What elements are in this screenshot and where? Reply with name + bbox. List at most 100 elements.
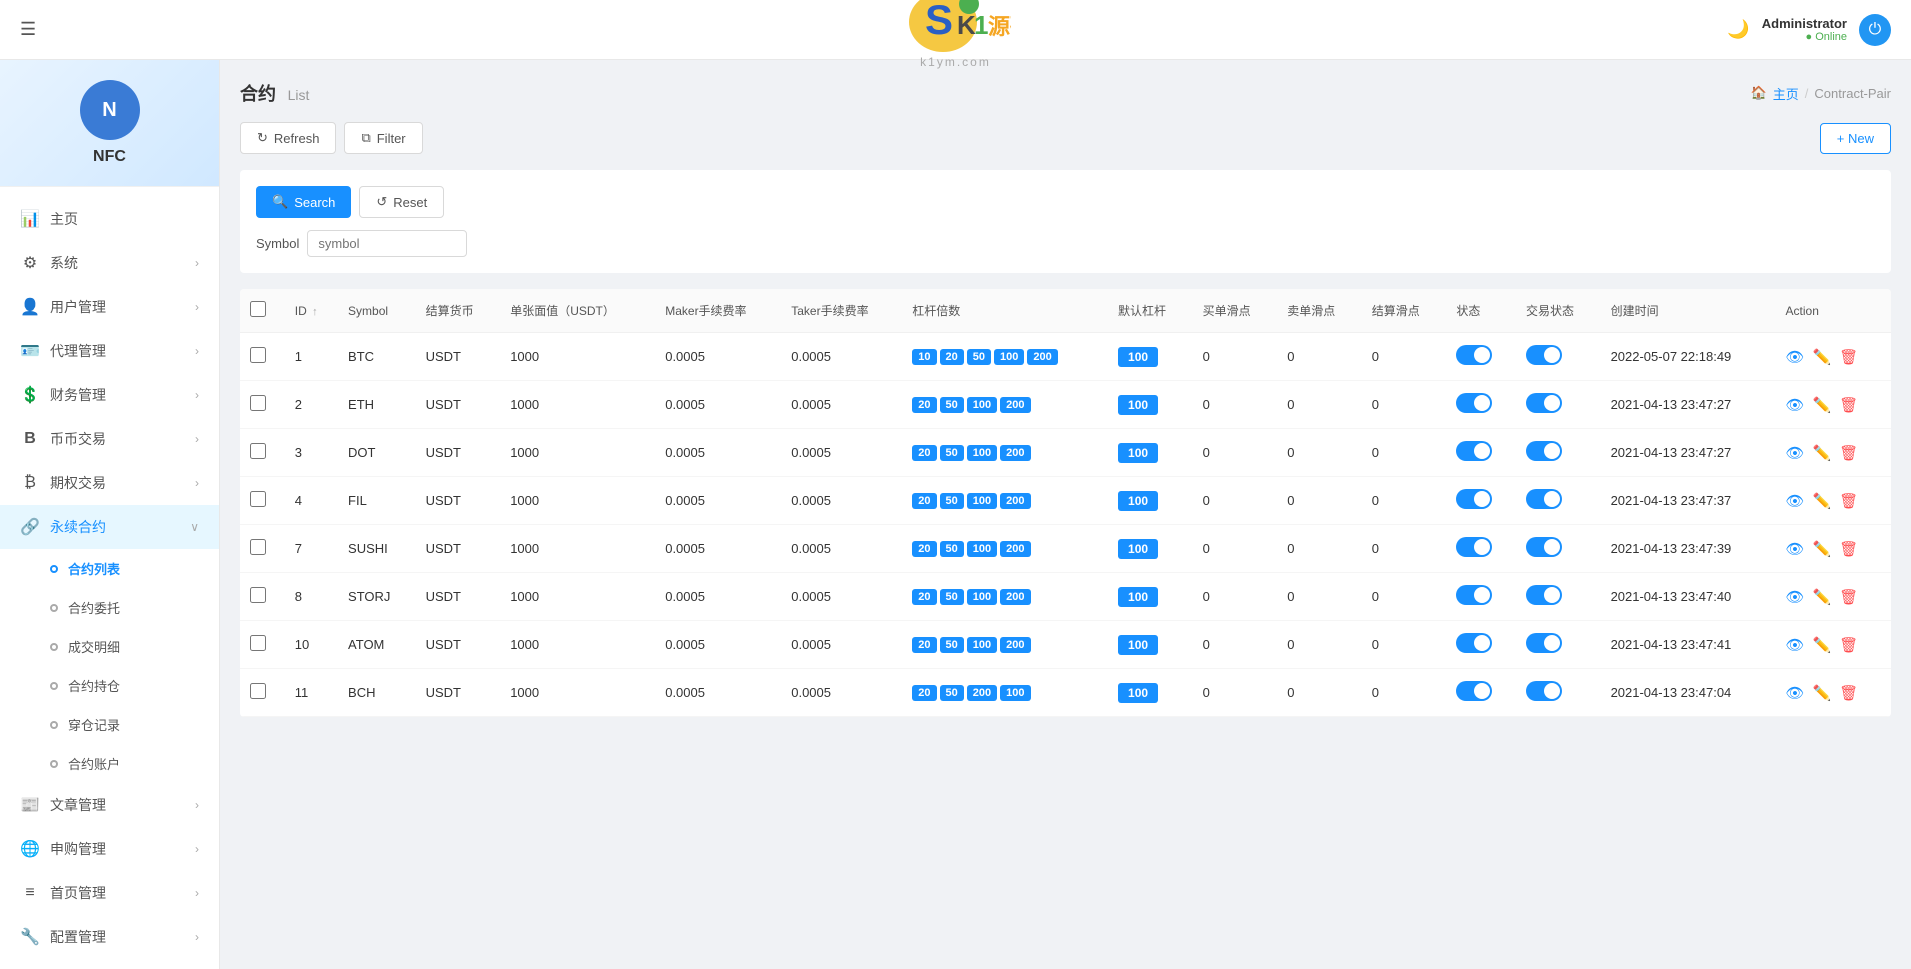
sidebar-item-perpetual[interactable]: 🔗 永续合约 ∨ <box>0 505 219 549</box>
cell-action: 👁 ✏️ 🗑 <box>1776 333 1891 381</box>
sidebar-sub-contract-list[interactable]: 合约列表 <box>20 549 219 588</box>
view-icon[interactable]: 👁 <box>1786 396 1805 414</box>
edit-icon[interactable]: ✏️ <box>1813 396 1832 414</box>
row-checkbox[interactable] <box>250 491 266 507</box>
cell-status <box>1446 669 1516 717</box>
config-arrow-icon: › <box>195 930 199 944</box>
sidebar-sub-contract-entrust[interactable]: 合约委托 <box>20 588 219 627</box>
select-all-checkbox[interactable] <box>250 301 266 317</box>
search-label: Search <box>294 195 335 210</box>
cell-trade-status <box>1516 381 1601 429</box>
new-button[interactable]: + New <box>1820 123 1891 154</box>
edit-icon[interactable]: ✏️ <box>1813 636 1832 654</box>
default-lever-badge: 100 <box>1118 347 1158 367</box>
filter-button[interactable]: ⧉ Filter <box>344 122 422 154</box>
cell-buy-slip: 0 <box>1193 621 1278 669</box>
trade-status-toggle[interactable] <box>1526 345 1562 365</box>
status-toggle[interactable] <box>1456 537 1492 557</box>
row-checkbox[interactable] <box>250 443 266 459</box>
sidebar-sub-transaction-detail[interactable]: 成交明细 <box>20 627 219 666</box>
trade-status-toggle[interactable] <box>1526 681 1562 701</box>
sidebar-item-user-mgmt[interactable]: 👤 用户管理 › <box>0 285 219 329</box>
power-button[interactable]: ⏻ <box>1859 14 1891 46</box>
sidebar-item-apply[interactable]: 🌐 申购管理 › <box>0 827 219 871</box>
col-action: Action <box>1776 289 1891 333</box>
theme-toggle-icon[interactable]: 🌙 <box>1727 19 1749 40</box>
delete-icon[interactable]: 🗑 <box>1839 636 1858 654</box>
leverage-badge: 100 <box>994 349 1024 365</box>
sidebar-item-config[interactable]: 🔧 配置管理 › <box>0 915 219 959</box>
leverage-badge: 10 <box>912 349 936 365</box>
cell-leverages: 102050100200 <box>902 333 1108 381</box>
view-icon[interactable]: 👁 <box>1786 444 1805 462</box>
sidebar-item-system[interactable]: ⚙ 系统 › <box>0 241 219 285</box>
table-header-row: ID ↑ Symbol 结算货币 单张面值（USDT） Maker手续费率 Ta… <box>240 289 1891 333</box>
menu-toggle-icon[interactable]: ☰ <box>20 19 36 40</box>
view-icon[interactable]: 👁 <box>1786 492 1805 510</box>
cell-currency: USDT <box>416 429 501 477</box>
trade-status-toggle[interactable] <box>1526 393 1562 413</box>
delete-icon[interactable]: 🗑 <box>1839 684 1858 702</box>
sidebar-item-coin-label: 币币交易 <box>50 429 195 449</box>
sidebar-sub-contract-account[interactable]: 合约账户 <box>20 744 219 783</box>
delete-icon[interactable]: 🗑 <box>1839 444 1858 462</box>
cell-symbol: FIL <box>338 477 416 525</box>
delete-icon[interactable]: 🗑 <box>1839 540 1858 558</box>
cell-taker-fee: 0.0005 <box>781 621 902 669</box>
sidebar-item-home[interactable]: 📊 主页 <box>0 197 219 241</box>
cell-leverages: 2050100200 <box>902 429 1108 477</box>
sidebar-item-finance[interactable]: 💲 财务管理 › <box>0 373 219 417</box>
view-icon[interactable]: 👁 <box>1786 540 1805 558</box>
leverage-badge: 100 <box>967 397 997 413</box>
status-toggle[interactable] <box>1456 489 1492 509</box>
view-icon[interactable]: 👁 <box>1786 348 1805 366</box>
row-checkbox[interactable] <box>250 539 266 555</box>
delete-icon[interactable]: 🗑 <box>1839 492 1858 510</box>
sidebar-sub-liquidation[interactable]: 穿仓记录 <box>20 705 219 744</box>
view-icon[interactable]: 👁 <box>1786 684 1805 702</box>
delete-icon[interactable]: 🗑 <box>1839 588 1858 606</box>
delete-icon[interactable]: 🗑 <box>1839 396 1858 414</box>
cell-taker-fee: 0.0005 <box>781 669 902 717</box>
delete-icon[interactable]: 🗑 <box>1839 348 1858 366</box>
leverage-badge: 20 <box>912 637 936 653</box>
view-icon[interactable]: 👁 <box>1786 636 1805 654</box>
row-checkbox[interactable] <box>250 587 266 603</box>
sidebar-item-coin-trade[interactable]: B 币币交易 › <box>0 417 219 461</box>
symbol-field-group: Symbol <box>256 230 467 257</box>
row-checkbox[interactable] <box>250 635 266 651</box>
trade-status-toggle[interactable] <box>1526 585 1562 605</box>
sidebar: N NFC 📊 主页 ⚙ 系统 › 👤 用户管理 <box>0 60 220 969</box>
sidebar-item-options[interactable]: ₿ 期权交易 › <box>0 461 219 505</box>
status-toggle[interactable] <box>1456 585 1492 605</box>
refresh-button[interactable]: ↻ Refresh <box>240 122 336 154</box>
trade-status-toggle[interactable] <box>1526 537 1562 557</box>
row-checkbox[interactable] <box>250 395 266 411</box>
trade-status-toggle[interactable] <box>1526 633 1562 653</box>
row-checkbox[interactable] <box>250 683 266 699</box>
edit-icon[interactable]: ✏️ <box>1813 588 1832 606</box>
symbol-input[interactable] <box>307 230 467 257</box>
breadcrumb-home[interactable]: 主页 <box>1773 84 1799 103</box>
view-icon[interactable]: 👁 <box>1786 588 1805 606</box>
edit-icon[interactable]: ✏️ <box>1813 684 1832 702</box>
trade-status-toggle[interactable] <box>1526 489 1562 509</box>
sidebar-item-article[interactable]: 📰 文章管理 › <box>0 783 219 827</box>
sidebar-sub-contract-position[interactable]: 合约持仓 <box>20 666 219 705</box>
edit-icon[interactable]: ✏️ <box>1813 492 1832 510</box>
reset-button[interactable]: ↺ Reset <box>359 186 444 218</box>
sidebar-item-agent-mgmt[interactable]: 🪪 代理管理 › <box>0 329 219 373</box>
row-checkbox[interactable] <box>250 347 266 363</box>
status-toggle[interactable] <box>1456 393 1492 413</box>
edit-icon[interactable]: ✏️ <box>1813 348 1832 366</box>
status-toggle[interactable] <box>1456 633 1492 653</box>
edit-icon[interactable]: ✏️ <box>1813 540 1832 558</box>
edit-icon[interactable]: ✏️ <box>1813 444 1832 462</box>
sidebar-item-homepage[interactable]: ≡ 首页管理 › <box>0 871 219 915</box>
table-row: 11BCHUSDT10000.00050.0005205020010010000… <box>240 669 1891 717</box>
status-toggle[interactable] <box>1456 345 1492 365</box>
status-toggle[interactable] <box>1456 681 1492 701</box>
trade-status-toggle[interactable] <box>1526 441 1562 461</box>
search-button[interactable]: 🔍 Search <box>256 186 351 218</box>
status-toggle[interactable] <box>1456 441 1492 461</box>
